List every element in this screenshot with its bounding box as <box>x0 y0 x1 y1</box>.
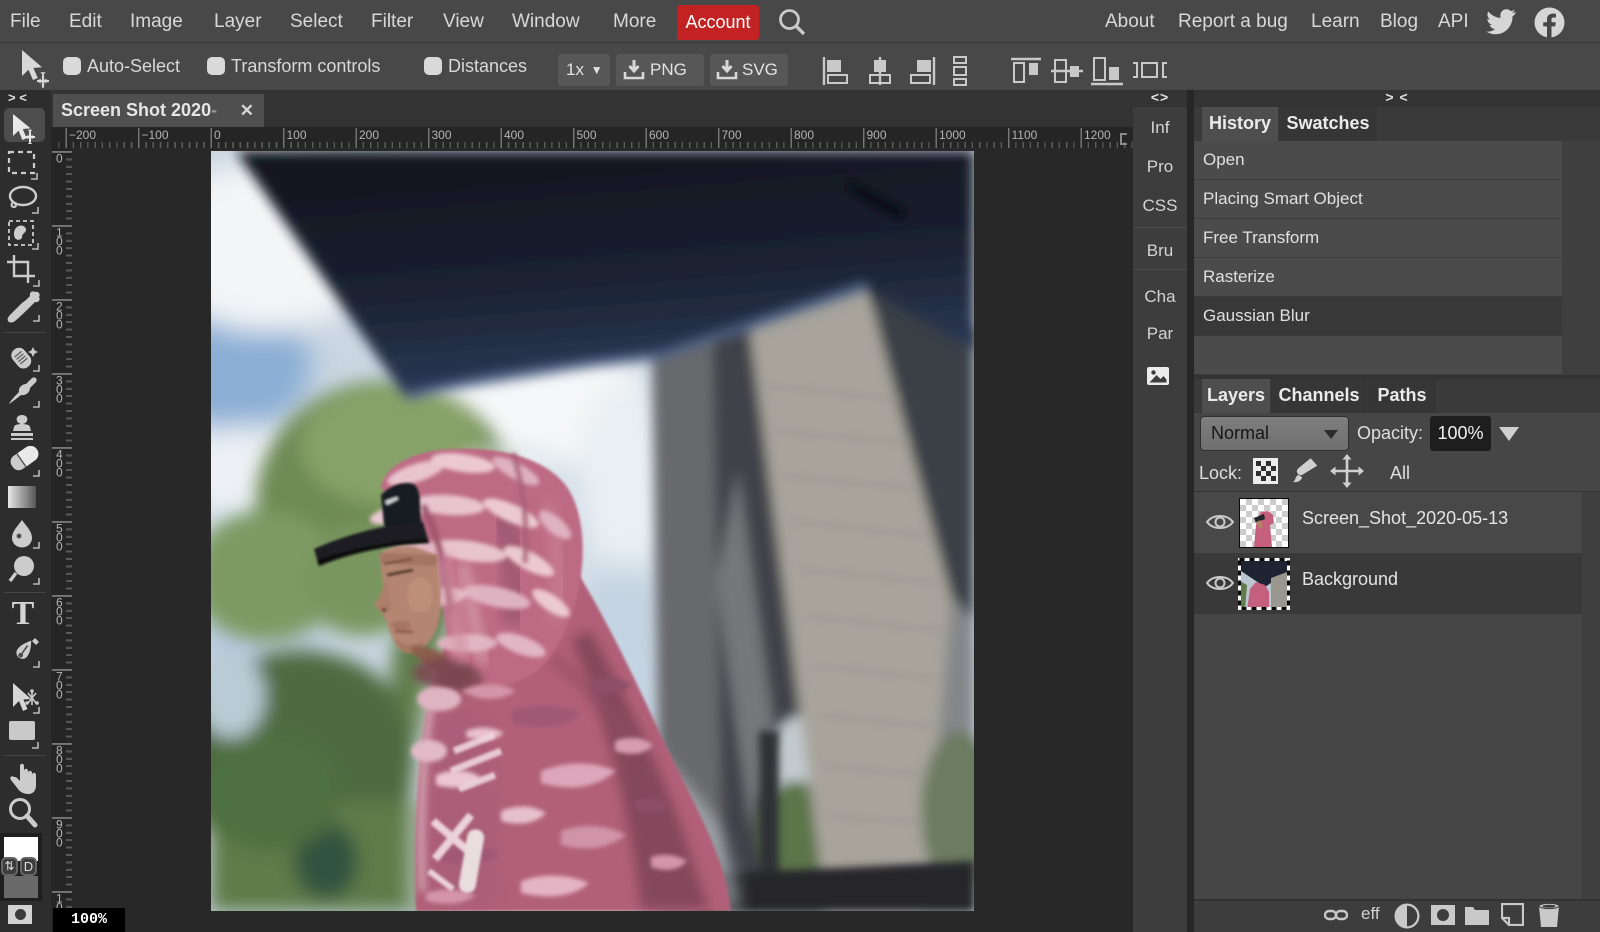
svg-text:−100: −100 <box>142 128 169 142</box>
svg-text:0: 0 <box>56 762 63 776</box>
svg-text:0: 0 <box>56 244 63 258</box>
svg-text:1200: 1200 <box>1084 128 1111 142</box>
svg-text:−200: −200 <box>69 128 96 142</box>
svg-text:0: 0 <box>56 318 63 332</box>
svg-text:600: 600 <box>649 128 669 142</box>
svg-text:700: 700 <box>722 128 742 142</box>
svg-text:T: T <box>12 597 35 629</box>
svg-text:0: 0 <box>56 466 63 480</box>
svg-text:100: 100 <box>287 128 307 142</box>
svg-text:0: 0 <box>214 128 221 142</box>
svg-text:0: 0 <box>56 836 63 850</box>
svg-text:0: 0 <box>56 540 63 554</box>
svg-text:500: 500 <box>577 128 597 142</box>
svg-text:300: 300 <box>432 128 452 142</box>
svg-text:0: 0 <box>56 614 63 628</box>
svg-text:1000: 1000 <box>939 128 966 142</box>
svg-text:0: 0 <box>56 152 63 166</box>
svg-text:800: 800 <box>794 128 814 142</box>
svg-text:0: 0 <box>56 688 63 702</box>
svg-text:1100: 1100 <box>1012 128 1038 142</box>
svg-text:900: 900 <box>867 128 887 142</box>
svg-text:400: 400 <box>504 128 524 142</box>
svg-text:0: 0 <box>56 392 63 406</box>
svg-text:200: 200 <box>359 128 379 142</box>
